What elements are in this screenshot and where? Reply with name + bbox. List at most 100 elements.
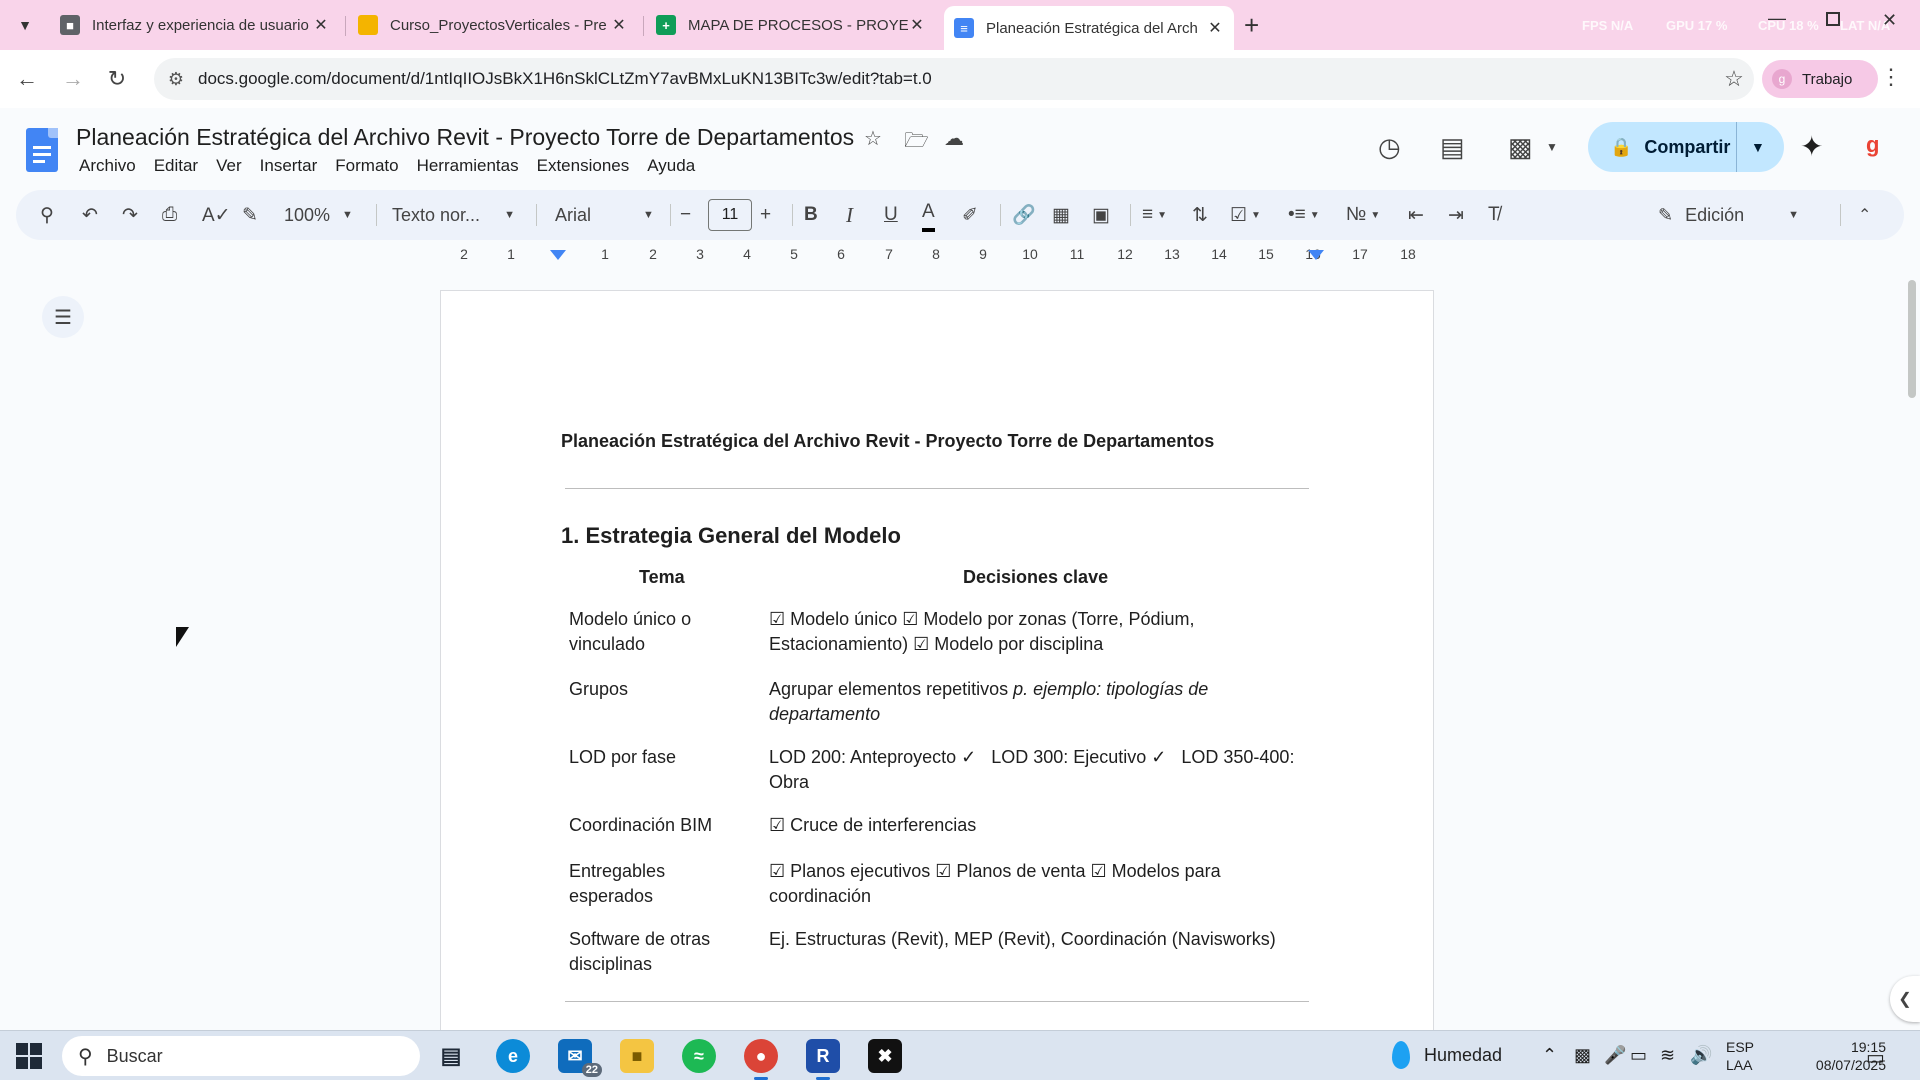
add-comment-icon[interactable]: ▦ bbox=[1052, 190, 1070, 240]
chevron-down-icon[interactable]: ▼ bbox=[1546, 140, 1558, 154]
bulleted-list-icon[interactable]: •≡ ▼ bbox=[1288, 190, 1320, 240]
right-indent-marker[interactable] bbox=[1308, 250, 1324, 260]
decrease-font-size-icon[interactable]: − bbox=[680, 190, 691, 240]
zoom-select[interactable]: 100% ▼ bbox=[284, 190, 353, 240]
increase-font-size-icon[interactable]: + bbox=[760, 190, 771, 240]
print-icon[interactable]: ⎙ bbox=[162, 190, 177, 240]
window-minimize-button[interactable]: — bbox=[1768, 8, 1786, 29]
paragraph-style-select[interactable]: Texto nor... ▼ bbox=[392, 190, 515, 240]
hide-menus-icon[interactable]: ⌃ bbox=[1858, 190, 1871, 240]
font-size-input[interactable]: 11 bbox=[708, 199, 752, 231]
numbered-list-icon[interactable]: № ▼ bbox=[1346, 190, 1380, 240]
search-menus-icon[interactable]: ⚲ bbox=[40, 190, 54, 240]
underline-icon[interactable]: U bbox=[884, 190, 898, 240]
menu-herramientas[interactable]: Herramientas bbox=[408, 156, 528, 176]
bookmark-star-icon[interactable]: ☆ bbox=[1714, 66, 1754, 92]
star-icon[interactable]: ☆ bbox=[864, 126, 882, 151]
chevron-up-icon[interactable]: ⌃ bbox=[1542, 1045, 1557, 1066]
spellcheck-icon[interactable]: A✓ bbox=[202, 190, 231, 240]
editing-mode-select[interactable]: ✎ Edición ▼ bbox=[1658, 190, 1799, 240]
meet-now-icon[interactable]: ▩ bbox=[1574, 1045, 1591, 1066]
windows-start-button[interactable] bbox=[16, 1043, 42, 1069]
menu-ayuda[interactable]: Ayuda bbox=[638, 156, 704, 176]
move-folder-icon[interactable]: 🗁 bbox=[904, 126, 929, 160]
font-select[interactable]: Arial ▼ bbox=[555, 190, 654, 240]
notifications-icon[interactable]: ▭ bbox=[1866, 1045, 1885, 1070]
meet-icon[interactable]: ▩ bbox=[1508, 132, 1533, 163]
docs-logo-icon[interactable] bbox=[26, 128, 58, 172]
language-indicator[interactable]: ESP LAA bbox=[1726, 1038, 1754, 1074]
table-cell-decision: Ej. Estructuras (Revit), MEP (Revit), Co… bbox=[769, 929, 1276, 949]
undo-icon[interactable]: ↶ bbox=[82, 190, 98, 240]
search-icon: ⚲ bbox=[78, 1045, 93, 1068]
decrease-indent-icon[interactable]: ⇤ bbox=[1408, 190, 1424, 240]
redo-icon[interactable]: ↷ bbox=[122, 190, 138, 240]
window-close-button[interactable]: ✕ bbox=[1882, 10, 1897, 31]
document-page[interactable]: Planeación Estratégica del Archivo Revit… bbox=[440, 290, 1434, 1050]
forward-button[interactable]: → bbox=[56, 62, 90, 96]
italic-icon[interactable]: I bbox=[846, 190, 853, 240]
reload-button[interactable]: ↻ bbox=[100, 62, 134, 96]
clear-formatting-icon[interactable]: T̸ bbox=[1488, 190, 1500, 240]
spotify-icon[interactable]: ≈ bbox=[682, 1039, 716, 1073]
document-title[interactable]: Planeación Estratégica del Archivo Revit… bbox=[76, 124, 854, 151]
microphone-icon[interactable]: 🎤 bbox=[1604, 1045, 1626, 1066]
volume-icon[interactable]: 🔊 bbox=[1690, 1045, 1712, 1066]
menu-formato[interactable]: Formato bbox=[326, 156, 407, 176]
window-restore-button[interactable] bbox=[1826, 12, 1840, 26]
text-color-icon[interactable]: A bbox=[922, 196, 935, 232]
paint-format-icon[interactable]: ✎ bbox=[242, 190, 258, 240]
share-button[interactable]: 🔒 Compartir ▼ bbox=[1588, 122, 1784, 172]
scrollbar-thumb[interactable] bbox=[1908, 280, 1916, 398]
insert-image-icon[interactable]: ▣ bbox=[1092, 190, 1110, 240]
edge-icon[interactable]: e bbox=[496, 1039, 530, 1073]
tab-interfaz[interactable]: ■ Interfaz y experiencia de usuario ✕ bbox=[50, 8, 340, 42]
capcut-icon[interactable]: ✖ bbox=[868, 1039, 902, 1073]
menu-archivo[interactable]: Archivo bbox=[70, 156, 145, 176]
profile-chip[interactable]: g Trabajo bbox=[1762, 60, 1878, 98]
tab-mapa[interactable]: + MAPA DE PROCESOS - PROYECTO ✕ bbox=[646, 8, 936, 42]
close-icon[interactable]: ✕ bbox=[1206, 18, 1224, 38]
revit-icon[interactable]: R bbox=[806, 1039, 840, 1080]
close-icon[interactable]: ✕ bbox=[610, 15, 628, 35]
back-button[interactable]: ← bbox=[10, 62, 44, 96]
highlight-icon[interactable]: ✐ bbox=[962, 190, 978, 240]
browser-menu-icon[interactable]: ⋮ bbox=[1880, 64, 1902, 90]
chevron-down-icon[interactable]: ▼ bbox=[1751, 139, 1765, 155]
checklist-icon[interactable]: ☑ ▼ bbox=[1230, 190, 1261, 240]
close-icon[interactable]: ✕ bbox=[908, 15, 926, 35]
increase-indent-icon[interactable]: ⇥ bbox=[1448, 190, 1464, 240]
chrome-icon[interactable]: ● bbox=[744, 1039, 778, 1080]
wifi-icon[interactable]: ≋ bbox=[1660, 1045, 1675, 1066]
left-indent-marker[interactable] bbox=[550, 250, 566, 260]
tab-planeacion[interactable]: ≡ Planeación Estratégica del Arch ✕ bbox=[944, 6, 1234, 50]
file-explorer-icon[interactable]: ■ bbox=[620, 1039, 654, 1073]
url-bar[interactable]: ⚙ docs.google.com/document/d/1ntIqIIOJsB… bbox=[154, 58, 1754, 100]
document-outline-icon[interactable]: ☰ bbox=[42, 296, 84, 338]
tab-curso[interactable]: Curso_ProyectosVerticales - Pre ✕ bbox=[348, 8, 638, 42]
bold-icon[interactable]: B bbox=[804, 190, 818, 240]
version-history-icon[interactable]: ◷ bbox=[1378, 132, 1401, 163]
menu-insertar[interactable]: Insertar bbox=[251, 156, 327, 176]
line-spacing-icon[interactable]: ⇅ bbox=[1192, 190, 1208, 240]
comments-icon[interactable]: ▤ bbox=[1440, 132, 1465, 163]
mail-icon[interactable]: ✉ 22 bbox=[558, 1039, 602, 1077]
cloud-status-icon[interactable]: ☁ bbox=[944, 126, 964, 151]
gemini-icon[interactable]: ✦ bbox=[1800, 130, 1823, 163]
insert-link-icon[interactable]: 🔗 bbox=[1012, 190, 1036, 240]
site-info-icon[interactable]: ⚙ bbox=[154, 69, 198, 90]
weather-widget[interactable]: Humedad bbox=[1392, 1041, 1502, 1069]
tab-search-button[interactable]: ▼ bbox=[14, 14, 36, 36]
new-tab-button[interactable]: + bbox=[1244, 10, 1259, 41]
close-icon[interactable]: ✕ bbox=[312, 15, 330, 35]
url-text[interactable]: docs.google.com/document/d/1ntIqIIOJsBkX… bbox=[198, 69, 1714, 89]
task-view-icon[interactable]: ▤ bbox=[434, 1039, 468, 1073]
align-icon[interactable]: ≡ ▼ bbox=[1142, 190, 1167, 240]
battery-icon[interactable]: ▭ bbox=[1630, 1045, 1647, 1066]
account-avatar[interactable]: g bbox=[1866, 132, 1879, 158]
vertical-scrollbar[interactable] bbox=[1904, 272, 1920, 1030]
menu-ver[interactable]: Ver bbox=[207, 156, 251, 176]
menu-extensiones[interactable]: Extensiones bbox=[528, 156, 639, 176]
menu-editar[interactable]: Editar bbox=[145, 156, 207, 176]
taskbar-search-input[interactable]: ⚲ Buscar bbox=[62, 1036, 420, 1076]
